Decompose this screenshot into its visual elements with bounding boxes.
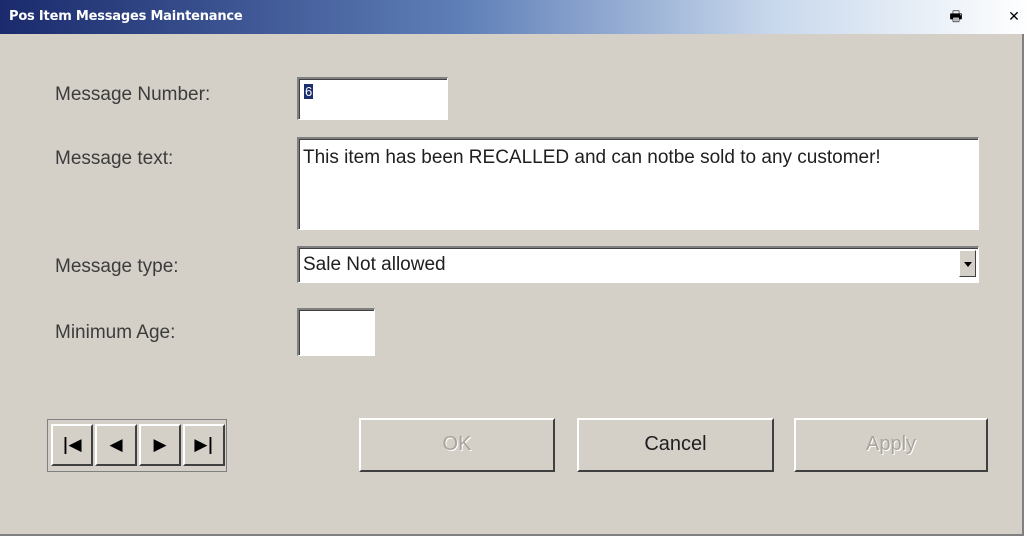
close-icon[interactable]: ✕ <box>1003 8 1025 26</box>
print-icon[interactable]: 🖶 <box>945 8 967 26</box>
next-record-button[interactable]: ▶ <box>139 424 181 466</box>
message-type-value: Sale Not allowed <box>303 254 446 275</box>
dialog-window: Pos Item Messages Maintenance 🖶 ✕ Messag… <box>0 0 1030 536</box>
first-record-button[interactable]: |◀ <box>51 424 93 466</box>
message-text-field[interactable]: This item has been RECALLED and can notb… <box>297 137 979 230</box>
dropdown-button[interactable] <box>959 250 976 277</box>
record-navigator: |◀ ◀ ▶ ▶| <box>47 419 227 472</box>
message-text-label: Message text: <box>55 148 174 169</box>
minimum-age-label: Minimum Age: <box>55 322 176 343</box>
message-text-value: This item has been RECALLED and can notb… <box>303 147 881 168</box>
window-title: Pos Item Messages Maintenance <box>9 9 243 24</box>
title-bar[interactable]: Pos Item Messages Maintenance 🖶 ✕ <box>0 0 1030 34</box>
cancel-button[interactable]: Cancel <box>577 418 774 472</box>
minimum-age-field[interactable] <box>297 308 375 356</box>
message-type-label: Message type: <box>55 256 179 277</box>
last-record-button[interactable]: ▶| <box>183 424 225 466</box>
message-number-label: Message Number: <box>55 84 211 105</box>
apply-button[interactable]: Apply <box>794 418 988 472</box>
chevron-down-icon <box>964 262 972 267</box>
message-number-field[interactable]: 6 <box>297 77 448 120</box>
message-type-select[interactable]: Sale Not allowed <box>297 246 979 283</box>
message-number-value: 6 <box>304 84 314 99</box>
previous-record-button[interactable]: ◀ <box>95 424 137 466</box>
ok-button[interactable]: OK <box>359 418 555 472</box>
